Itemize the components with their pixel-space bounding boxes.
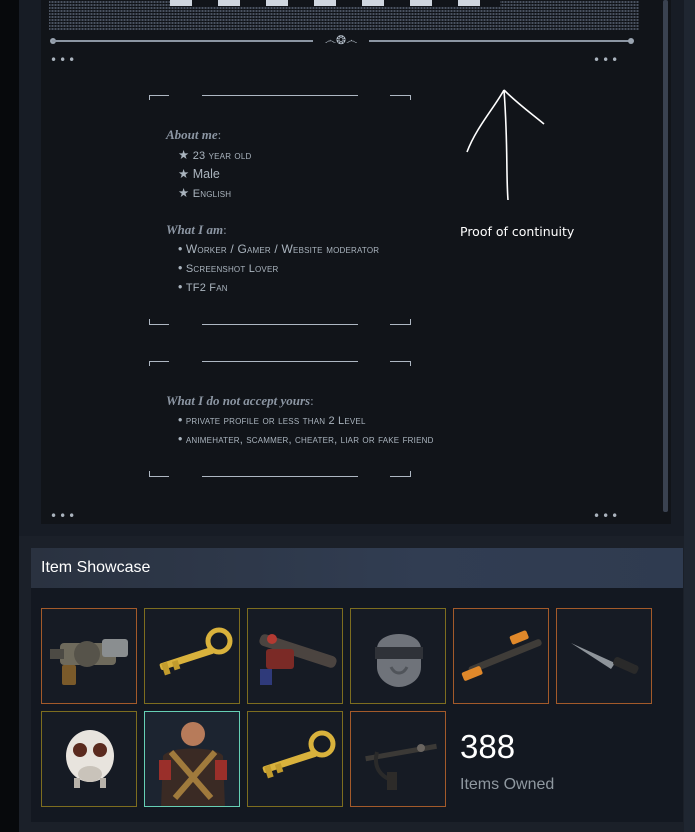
- scrollbar-thumb[interactable]: [663, 0, 668, 512]
- proof-of-continuity-note: Proof of continuity: [460, 224, 575, 239]
- about-heading: About me:: [166, 127, 222, 142]
- frame-top-1: [149, 95, 411, 103]
- about-item-age: ★ 23 year old: [178, 148, 252, 162]
- item-slot-4[interactable]: [350, 608, 446, 704]
- heavy-character-icon: [159, 722, 227, 806]
- reject-item-private: • private profile or less than 2 Level: [178, 413, 366, 427]
- item-slot-10[interactable]: [350, 711, 446, 807]
- divider-cap-right: [628, 38, 634, 44]
- what-i-am-heading: What I am:: [166, 222, 227, 237]
- item-slot-5[interactable]: [453, 608, 549, 704]
- crate-key-icon: [159, 627, 233, 676]
- frame-bottom-2: [149, 470, 411, 478]
- item-slot-7[interactable]: [41, 711, 137, 807]
- helmet-icon: [375, 634, 423, 687]
- crossbow-icon: [365, 743, 437, 790]
- reject-heading: What I do not accept yours:: [166, 393, 314, 408]
- frame-top-2: [149, 361, 411, 369]
- what-i-am-item-roles: • Worker / Gamer / Website moderator: [178, 242, 380, 256]
- item-slot-3[interactable]: [247, 608, 343, 704]
- left-edge-strip: [0, 0, 19, 832]
- knife-icon: [571, 643, 639, 674]
- about-item-gender: ★ Male: [178, 167, 220, 181]
- corner-dots-bottom-right: •••: [593, 509, 621, 523]
- what-i-am-item-tf2: • TF2 Fan: [178, 280, 228, 294]
- item-slot-9[interactable]: [247, 711, 343, 807]
- item-showcase-header: Item Showcase: [31, 548, 683, 588]
- item-slot-8[interactable]: [144, 711, 240, 807]
- corner-dots-top-left: •••: [50, 53, 78, 67]
- item-slot-2[interactable]: [144, 608, 240, 704]
- crate-key-icon: [262, 730, 336, 779]
- item-slot-1[interactable]: [41, 608, 137, 704]
- divider-ornament: ෴❂෴: [313, 32, 369, 48]
- gas-mask-icon: [66, 730, 114, 788]
- reject-item-behaviour: • animehater, scammer, cheater, liar or …: [178, 432, 434, 446]
- grenade-launcher-icon: [50, 639, 128, 685]
- item-slot-6[interactable]: [556, 608, 652, 704]
- item-showcase-title: Item Showcase: [41, 559, 151, 576]
- hand-drawn-arrow-icon: [466, 89, 545, 201]
- about-item-language: ★ English: [178, 186, 232, 200]
- right-edge-strip: [684, 0, 695, 832]
- rocket-launcher-icon: [259, 634, 337, 685]
- shotgun-icon: [461, 630, 542, 681]
- ascii-art-highlights: [170, 0, 500, 6]
- items-owned-count: 388: [460, 728, 516, 765]
- items-owned-label: Items Owned: [460, 776, 555, 793]
- frame-bottom-1: [149, 318, 411, 326]
- corner-dots-bottom-left: •••: [50, 509, 78, 523]
- what-i-am-item-screenshot: • Screenshot Lover: [178, 261, 279, 275]
- corner-dots-top-right: •••: [593, 53, 621, 67]
